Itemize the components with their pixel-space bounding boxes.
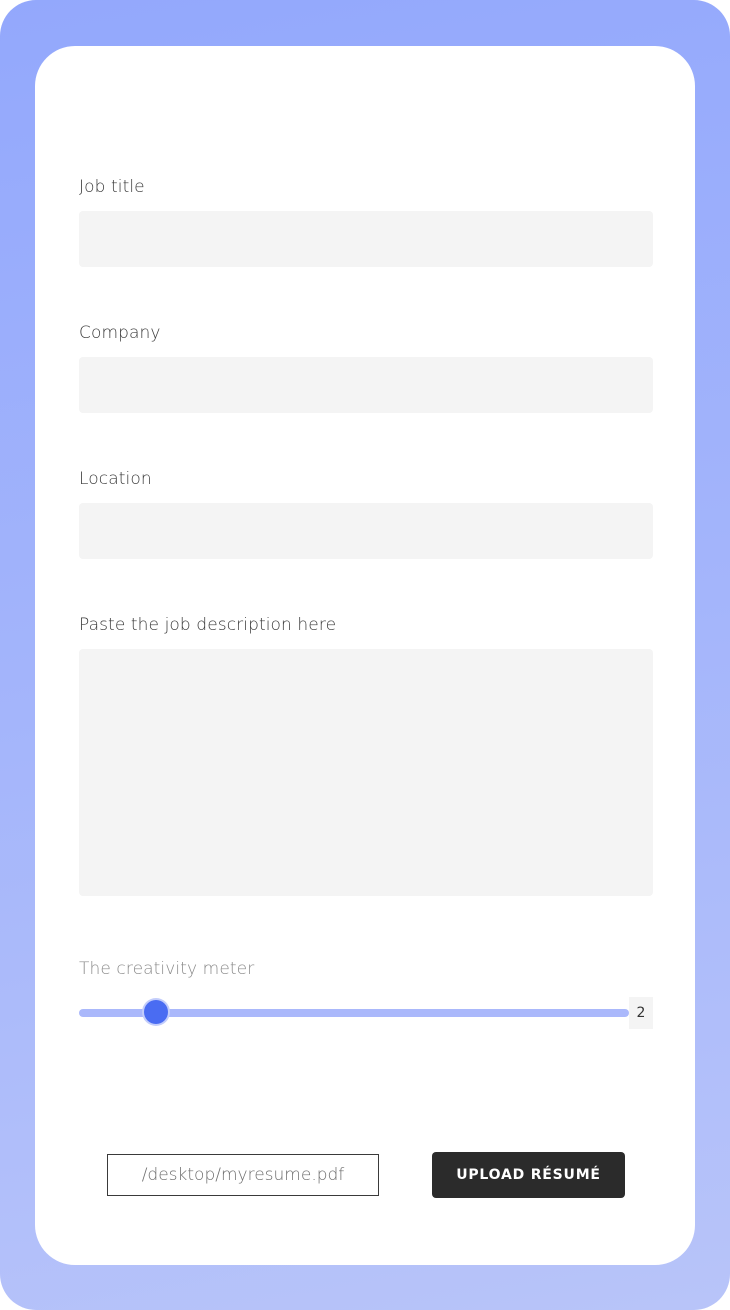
job-title-input[interactable] [79,211,653,267]
location-label: Location [79,469,152,489]
company-label: Company [79,323,161,343]
app-background: Job title Company Location Paste the job… [0,0,730,1310]
job-description-textarea[interactable] [79,649,653,896]
resume-file-path[interactable]: /desktop/myresume.pdf [107,1154,379,1196]
location-input[interactable] [79,503,653,559]
form-card: Job title Company Location Paste the job… [35,46,695,1265]
company-input[interactable] [79,357,653,413]
job-title-label: Job title [79,177,145,197]
creativity-meter-label: The creativity meter [79,959,255,979]
job-description-label: Paste the job description here [79,615,337,635]
upload-resume-button[interactable]: UPLOAD RÉSUMÉ [432,1152,625,1198]
creativity-slider-thumb[interactable] [144,1000,168,1024]
creativity-value-display: 2 [629,997,653,1029]
